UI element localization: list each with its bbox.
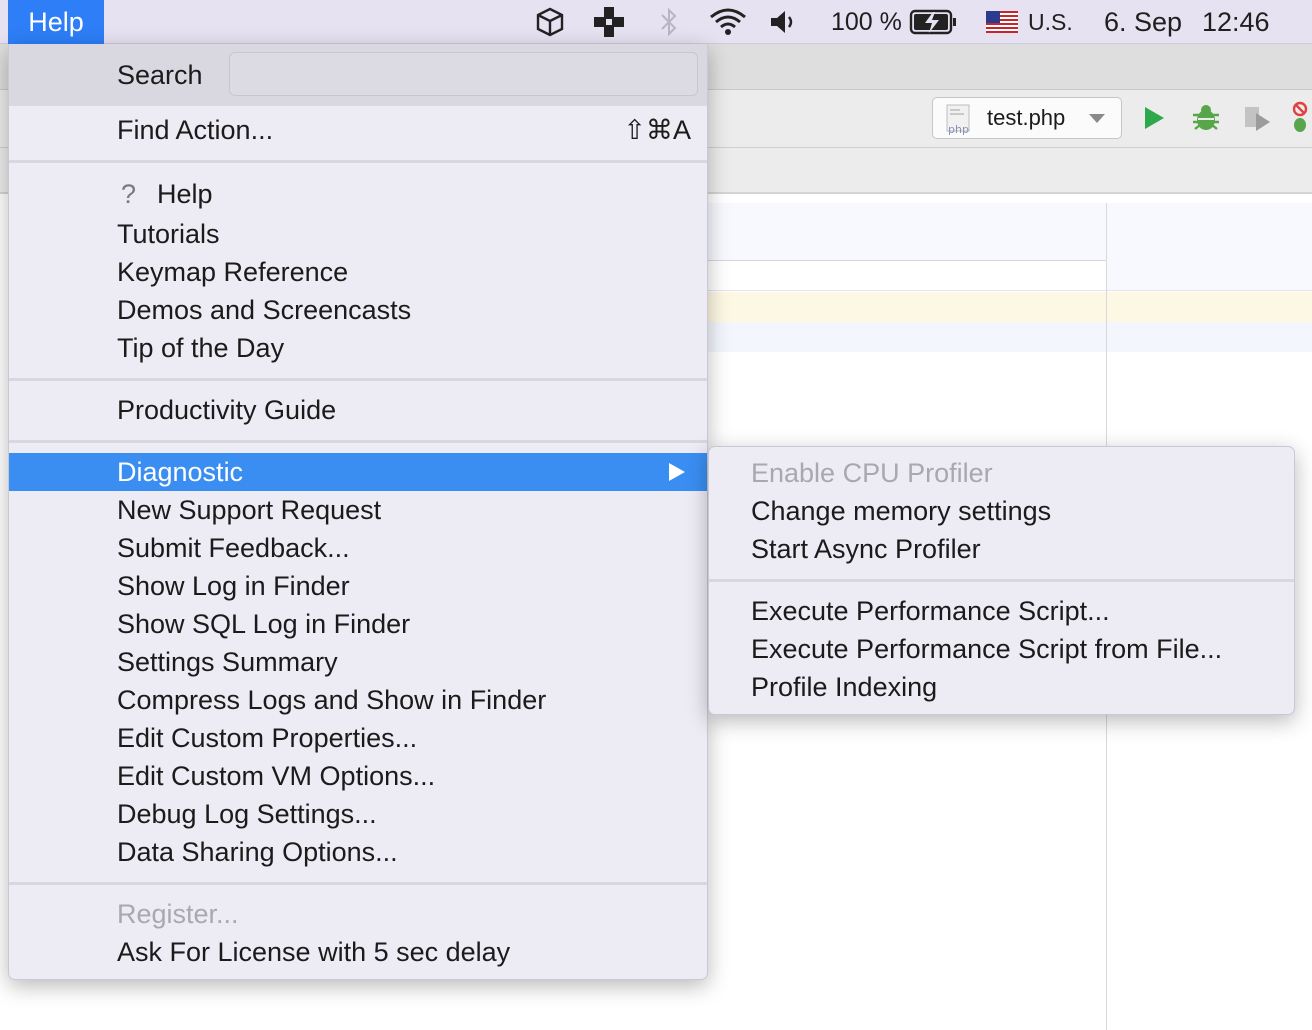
keyboard-layout[interactable]: U.S. [1028,0,1073,44]
menu-item-show-sql-log-in-finder[interactable]: Show SQL Log in Finder [9,605,707,643]
menubar-time[interactable]: 12:46 [1202,0,1270,44]
stop-debug-icon[interactable] [1288,100,1312,136]
help-menu: Search Find Action... ⇧⌘A ? Help Tutoria… [8,44,708,980]
menu-item-keymap-reference[interactable]: Keymap Reference [9,253,707,291]
wifi-icon[interactable] [707,6,749,38]
submenu-arrow-icon [669,463,685,481]
menu-item-register: Register... [9,895,707,933]
menu-item-productivity-guide[interactable]: Productivity Guide [9,391,707,429]
menu-separator [9,882,707,885]
battery-percent[interactable]: 100 % [831,0,902,44]
menu-item-ask-for-license[interactable]: Ask For License with 5 sec delay [9,933,707,971]
menu-item-show-log-in-finder[interactable]: Show Log in Finder [9,567,707,605]
menu-separator [709,579,1294,582]
menu-item-help[interactable]: ? Help [9,175,707,213]
submenu-item-change-memory-settings[interactable]: Change memory settings [709,492,1294,530]
run-icon[interactable] [1136,100,1172,136]
menu-item-label: Find Action... [117,115,274,145]
menu-item-label: Diagnostic [117,457,244,487]
submenu-item-execute-performance-script-from-file[interactable]: Execute Performance Script from File... [709,630,1294,668]
menu-item-label: Help [157,179,213,209]
submenu-item-start-async-profiler[interactable]: Start Async Profiler [709,530,1294,568]
submenu-item-execute-performance-script[interactable]: Execute Performance Script... [709,592,1294,630]
php-file-icon: php [945,103,975,136]
menu-item-tip-of-the-day[interactable]: Tip of the Day [9,329,707,367]
menu-item-edit-custom-vm-options[interactable]: Edit Custom VM Options... [9,757,707,795]
menubar-help-menu[interactable]: Help [8,0,104,44]
menu-item-label: Change memory settings [751,496,1052,526]
menu-item-label: Execute Performance Script... [751,596,1110,626]
diagnostic-submenu: Enable CPU Profiler Change memory settin… [708,446,1295,715]
editor-divider [708,290,1312,291]
cube-icon[interactable] [533,6,567,38]
menu-item-find-action[interactable]: Find Action... ⇧⌘A [9,111,707,149]
menu-item-label: Settings Summary [117,647,338,677]
menu-item-label: Register... [117,899,239,929]
bluetooth-icon[interactable] [656,6,682,38]
menu-item-label: Data Sharing Options... [117,837,398,867]
debug-icon[interactable] [1188,100,1224,136]
editor-divider [708,260,1106,261]
menu-item-new-support-request[interactable]: New Support Request [9,491,707,529]
menubar-date[interactable]: 6. Sep [1104,0,1182,44]
menu-item-label: Demos and Screencasts [117,295,412,325]
menu-item-label: Submit Feedback... [117,533,350,563]
us-flag-icon[interactable] [985,6,1019,38]
editor-header-band [708,203,1106,260]
menu-separator [9,378,707,381]
menu-item-label: Show SQL Log in Finder [117,609,411,639]
current-line-highlight [708,292,1312,322]
menu-separator [9,160,707,163]
menu-item-demos-and-screencasts[interactable]: Demos and Screencasts [9,291,707,329]
run-configuration-selector[interactable]: php test.php [932,97,1122,139]
menu-search-input[interactable] [229,52,698,96]
menu-item-label: Productivity Guide [117,395,337,425]
menu-item-label: Edit Custom VM Options... [117,761,436,791]
menu-item-submit-feedback[interactable]: Submit Feedback... [9,529,707,567]
menu-item-data-sharing-options[interactable]: Data Sharing Options... [9,833,707,871]
menu-item-label: Tip of the Day [117,333,285,363]
volume-icon[interactable] [768,6,800,38]
run-configuration-label: test.php [987,105,1066,130]
menu-item-label: Keymap Reference [117,257,349,287]
battery-icon[interactable] [908,6,958,38]
php-icon-label: php [948,123,969,135]
menu-item-label: Edit Custom Properties... [117,723,418,753]
run-with-coverage-icon[interactable] [1240,100,1276,136]
selected-line-highlight [708,322,1312,352]
menu-item-shortcut: ⇧⌘A [623,115,691,145]
menu-item-debug-log-settings[interactable]: Debug Log Settings... [9,795,707,833]
editor-side-band [1107,203,1312,291]
menu-search-row: Search [9,44,707,106]
menu-search-label: Search [117,60,203,90]
menu-item-label: New Support Request [117,495,382,525]
menu-separator [9,440,707,443]
help-question-icon: ? [121,179,137,209]
menu-item-compress-logs[interactable]: Compress Logs and Show in Finder [9,681,707,719]
menu-item-label: Profile Indexing [751,672,938,702]
menu-item-label: Debug Log Settings... [117,799,377,829]
menu-item-edit-custom-properties[interactable]: Edit Custom Properties... [9,719,707,757]
menu-item-label: Ask For License with 5 sec delay [117,937,511,967]
menu-item-tutorials[interactable]: Tutorials [9,215,707,253]
menu-item-label: Enable CPU Profiler [751,458,993,488]
menu-item-label: Start Async Profiler [751,534,981,564]
menu-item-diagnostic[interactable]: Diagnostic [9,453,707,491]
plus-app-icon[interactable] [591,6,627,38]
menu-bar: Help 100 % U.S. 6. Sep 12:46 [0,0,1312,44]
submenu-item-profile-indexing[interactable]: Profile Indexing [709,668,1294,706]
menu-item-label: Compress Logs and Show in Finder [117,685,547,715]
menu-item-label: Tutorials [117,219,220,249]
submenu-item-enable-cpu-profiler: Enable CPU Profiler [709,454,1294,492]
menu-item-settings-summary[interactable]: Settings Summary [9,643,707,681]
menu-item-label: Execute Performance Script from File... [751,634,1223,664]
chevron-down-icon [1089,114,1105,123]
menu-item-label: Show Log in Finder [117,571,350,601]
